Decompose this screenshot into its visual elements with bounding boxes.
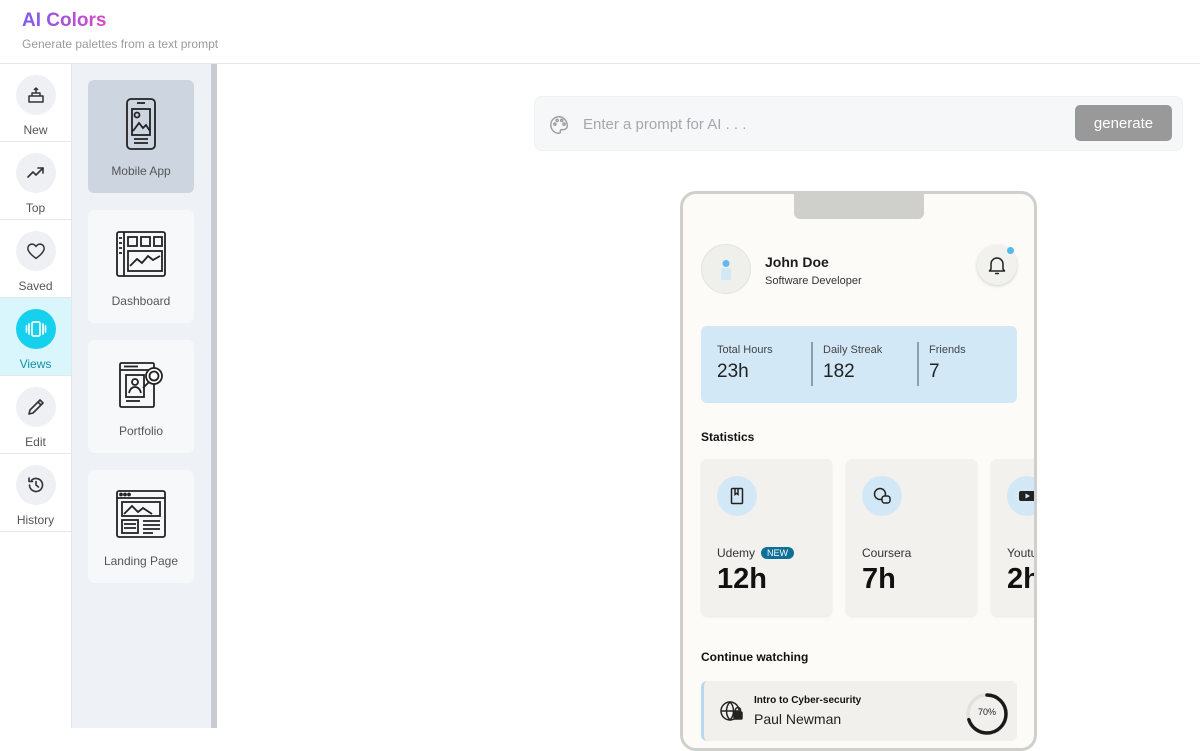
view-card-label: Portfolio bbox=[118, 424, 164, 438]
phone-preview: John Doe Software Developer Total Hours … bbox=[680, 191, 1037, 751]
notification-button[interactable] bbox=[977, 245, 1017, 285]
view-card-mobile-app[interactable]: Mobile App bbox=[88, 80, 194, 193]
summary-friends: Friends 7 bbox=[929, 344, 966, 383]
dashboard-icon bbox=[115, 226, 167, 282]
nav-label: Edit bbox=[25, 435, 46, 449]
views-icon bbox=[15, 309, 56, 349]
summary-stats: Total Hours 23h Daily Streak 182 Friends… bbox=[701, 326, 1017, 403]
sidebar-nav: New Top Saved Views Edit History bbox=[0, 64, 72, 728]
view-card-landing-page[interactable]: Landing Page bbox=[88, 470, 194, 583]
prompt-bar: generate bbox=[534, 96, 1183, 151]
summary-total-hours: Total Hours 23h bbox=[717, 344, 773, 383]
summary-daily-streak: Daily Streak 182 bbox=[823, 344, 882, 383]
nav-label: Saved bbox=[18, 279, 53, 293]
stat-card-name: Udemy NEW bbox=[717, 546, 795, 560]
summary-value: 7 bbox=[929, 361, 940, 382]
bell-icon bbox=[988, 255, 1006, 275]
course-author: Paul Newman bbox=[754, 711, 842, 727]
nav-item-history[interactable]: History bbox=[0, 454, 71, 532]
heart-icon bbox=[15, 231, 56, 271]
nav-label: New bbox=[23, 123, 48, 137]
continue-watching-card[interactable]: Intro to Cyber-security Paul Newman 70% bbox=[701, 681, 1017, 741]
pencil-icon bbox=[15, 387, 56, 427]
statistics-title: Statistics bbox=[701, 430, 755, 444]
tray-upload-icon bbox=[15, 75, 56, 115]
stat-card-hours: 2h bbox=[1007, 563, 1034, 595]
nav-item-saved[interactable]: Saved bbox=[0, 220, 71, 298]
course-name: Coursera bbox=[862, 546, 912, 560]
palette-icon bbox=[548, 114, 570, 136]
progress-label: 70% bbox=[977, 707, 996, 717]
new-badge: NEW bbox=[761, 547, 795, 559]
continue-watching-title: Continue watching bbox=[701, 650, 809, 664]
stat-card-coursera[interactable]: Coursera 7h bbox=[846, 459, 977, 616]
mobile-app-icon bbox=[125, 96, 157, 152]
summary-label: Friends bbox=[929, 344, 966, 356]
book-icon bbox=[717, 476, 757, 516]
course-name: Udemy bbox=[717, 546, 756, 560]
trending-up-icon bbox=[15, 153, 56, 193]
app-header: AI Colors Generate palettes from a text … bbox=[0, 0, 1200, 64]
course-name: Youtube bbox=[1007, 546, 1037, 560]
user-role: Software Developer bbox=[765, 275, 862, 287]
portfolio-icon bbox=[117, 356, 165, 412]
view-card-dashboard[interactable]: Dashboard bbox=[88, 210, 194, 323]
nav-label: Views bbox=[19, 357, 52, 371]
nav-label: Top bbox=[25, 201, 46, 215]
nav-label: History bbox=[16, 513, 55, 527]
panel-scrollbar[interactable] bbox=[211, 64, 217, 728]
video-play-icon bbox=[1007, 476, 1034, 516]
course-title: Intro to Cyber-security bbox=[754, 695, 862, 706]
chat-bubbles-icon bbox=[862, 476, 902, 516]
view-card-label: Mobile App bbox=[111, 164, 171, 178]
globe-lock-icon bbox=[719, 699, 743, 723]
view-card-portfolio[interactable]: Portfolio bbox=[88, 340, 194, 453]
summary-value: 182 bbox=[823, 361, 855, 382]
view-card-label: Dashboard bbox=[111, 294, 171, 308]
app-title: AI Colors bbox=[22, 10, 107, 31]
stat-card-udemy[interactable]: Udemy NEW 12h bbox=[701, 459, 832, 616]
notification-dot bbox=[1007, 247, 1014, 254]
app-subtitle: Generate palettes from a text prompt bbox=[22, 37, 219, 51]
summary-label: Total Hours bbox=[717, 344, 773, 356]
divider bbox=[917, 342, 919, 386]
nav-item-new[interactable]: New bbox=[0, 64, 71, 142]
summary-value: 23h bbox=[717, 361, 749, 382]
divider bbox=[811, 342, 813, 386]
stat-card-name: Coursera bbox=[862, 546, 911, 560]
nav-item-top[interactable]: Top bbox=[0, 142, 71, 220]
user-name: John Doe bbox=[765, 254, 829, 270]
generate-button[interactable]: generate bbox=[1075, 105, 1172, 141]
stat-card-youtube[interactable]: Youtube 2h bbox=[991, 459, 1037, 616]
stat-card-hours: 7h bbox=[862, 563, 896, 595]
prompt-input[interactable] bbox=[583, 110, 1053, 138]
landing-page-icon bbox=[115, 486, 167, 542]
summary-label: Daily Streak bbox=[823, 344, 883, 356]
phone-notch bbox=[794, 194, 924, 219]
views-panel: Mobile App Dashboard Portfolio Landing P… bbox=[72, 64, 211, 728]
history-icon bbox=[15, 465, 56, 505]
stat-card-name: Youtube bbox=[1007, 546, 1037, 560]
nav-item-edit[interactable]: Edit bbox=[0, 376, 71, 454]
nav-item-views[interactable]: Views bbox=[0, 298, 71, 376]
stat-card-hours: 12h bbox=[717, 563, 767, 595]
avatar bbox=[701, 244, 751, 294]
view-card-label: Landing Page bbox=[103, 554, 179, 568]
